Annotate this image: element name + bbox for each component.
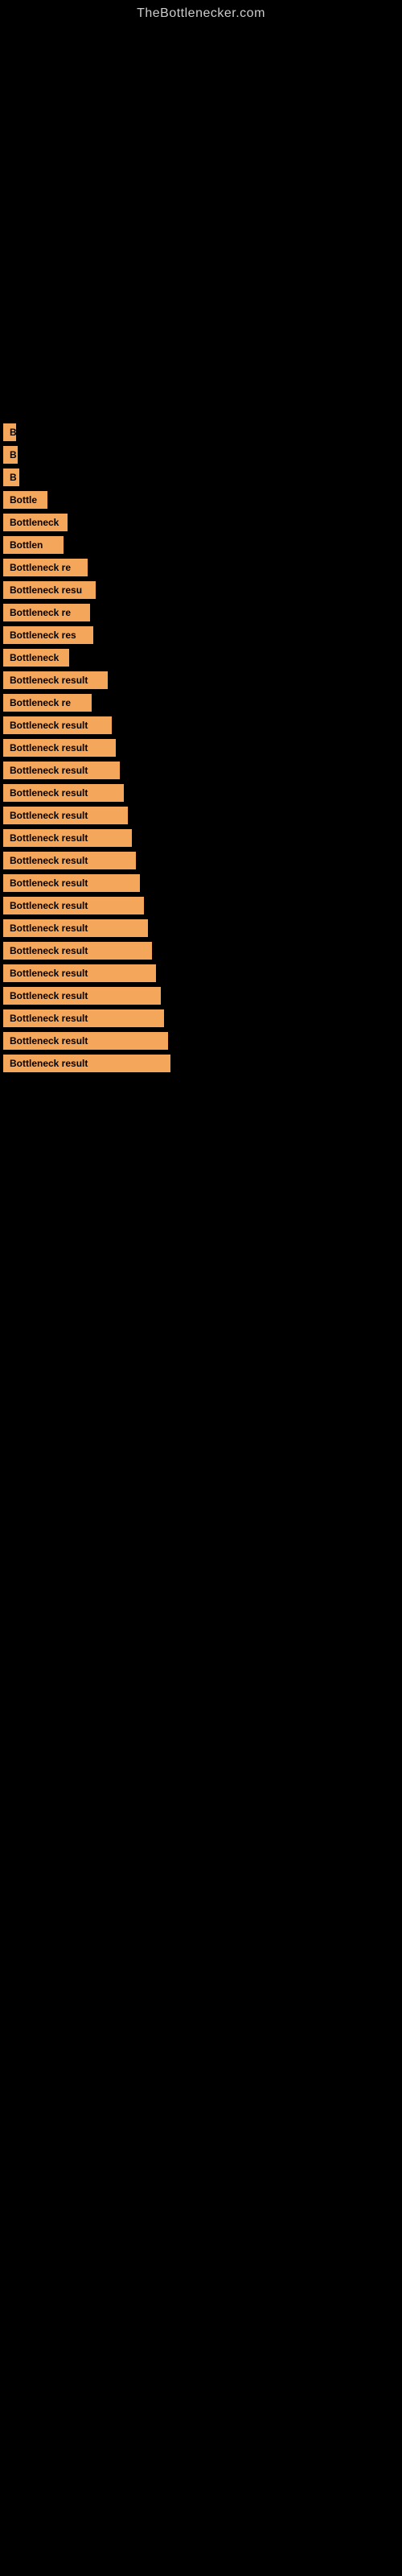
list-item: Bottleneck re [3,559,402,576]
results-container: BBBBottleBottleneckBottlenBottleneck reB… [0,411,402,1085]
list-item: Bottleneck result [3,784,402,802]
bottleneck-result-badge[interactable]: Bottleneck result [3,852,136,869]
bottleneck-result-badge[interactable]: Bottleneck result [3,1009,164,1027]
list-item: Bottleneck re [3,604,402,621]
list-item: Bottleneck [3,514,402,531]
list-item: B [3,469,402,486]
list-item: Bottleneck [3,649,402,667]
list-item: Bottleneck result [3,942,402,960]
bottleneck-result-badge[interactable]: Bottleneck result [3,874,140,892]
bottleneck-result-badge[interactable]: Bottlen [3,536,64,554]
list-item: Bottleneck result [3,762,402,779]
bottleneck-result-badge[interactable]: Bottleneck re [3,604,90,621]
bottleneck-result-badge[interactable]: Bottleneck result [3,671,108,689]
bottleneck-result-badge[interactable]: Bottleneck result [3,716,112,734]
list-item: Bottleneck result [3,874,402,892]
list-item: Bottle [3,491,402,509]
bottleneck-result-badge[interactable]: Bottleneck [3,514,68,531]
bottleneck-result-badge[interactable]: B [3,423,16,441]
bottleneck-result-badge[interactable]: Bottleneck result [3,784,124,802]
list-item: Bottleneck result [3,1055,402,1072]
bottleneck-result-badge[interactable]: Bottleneck resu [3,581,96,599]
bottleneck-result-badge[interactable]: B [3,446,18,464]
list-item: Bottleneck resu [3,581,402,599]
site-title: TheBottlenecker.com [0,0,402,24]
bottleneck-result-badge[interactable]: Bottleneck result [3,1032,168,1050]
list-item: Bottleneck result [3,671,402,689]
list-item: Bottleneck result [3,716,402,734]
list-item: Bottleneck result [3,807,402,824]
bottleneck-result-badge[interactable]: Bottleneck result [3,964,156,982]
list-item: Bottleneck result [3,829,402,847]
bottleneck-result-badge[interactable]: Bottleneck result [3,829,132,847]
list-item: Bottleneck result [3,852,402,869]
list-item: Bottleneck result [3,919,402,937]
list-item: Bottleneck result [3,1009,402,1027]
bottleneck-result-badge[interactable]: Bottleneck re [3,694,92,712]
list-item: Bottleneck result [3,1032,402,1050]
bottleneck-result-badge[interactable]: Bottleneck result [3,807,128,824]
bottleneck-result-badge[interactable]: Bottleneck result [3,762,120,779]
bottleneck-result-badge[interactable]: Bottleneck result [3,942,152,960]
list-item: Bottleneck result [3,987,402,1005]
bottleneck-result-badge[interactable]: Bottleneck result [3,897,144,914]
list-item: B [3,446,402,464]
bottleneck-result-badge[interactable]: Bottleneck res [3,626,93,644]
bottleneck-result-badge[interactable]: Bottleneck result [3,987,161,1005]
list-item: B [3,423,402,441]
list-item: Bottlen [3,536,402,554]
list-item: Bottleneck res [3,626,402,644]
chart-area [0,24,402,411]
bottleneck-result-badge[interactable]: Bottleneck [3,649,69,667]
bottleneck-result-badge[interactable]: Bottle [3,491,47,509]
bottleneck-result-badge[interactable]: B [3,469,19,486]
bottleneck-result-badge[interactable]: Bottleneck result [3,919,148,937]
bottleneck-result-badge[interactable]: Bottleneck re [3,559,88,576]
list-item: Bottleneck result [3,897,402,914]
bottleneck-result-badge[interactable]: Bottleneck result [3,1055,170,1072]
list-item: Bottleneck result [3,739,402,757]
bottleneck-result-badge[interactable]: Bottleneck result [3,739,116,757]
list-item: Bottleneck result [3,964,402,982]
list-item: Bottleneck re [3,694,402,712]
